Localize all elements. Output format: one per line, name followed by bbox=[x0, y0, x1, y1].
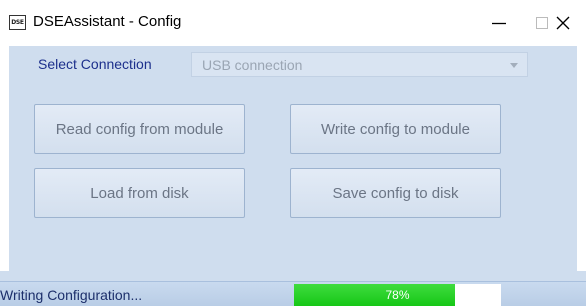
connection-dropdown-value: USB connection bbox=[202, 57, 303, 73]
window-title: DSEAssistant - Config bbox=[33, 13, 182, 30]
minimize-icon bbox=[492, 22, 506, 25]
write-config-button[interactable]: Write config to module bbox=[290, 104, 501, 154]
close-button[interactable] bbox=[540, 0, 586, 46]
connection-dropdown[interactable]: USB connection bbox=[191, 52, 528, 77]
progress-bar: 78% bbox=[294, 284, 501, 306]
config-panel: Select Connection USB connection Read co… bbox=[9, 46, 577, 271]
save-config-button[interactable]: Save config to disk bbox=[290, 168, 501, 218]
status-bar: Writing Configuration... 78% bbox=[0, 271, 586, 306]
status-text: Writing Configuration... bbox=[0, 287, 143, 303]
select-connection-label: Select Connection bbox=[38, 56, 152, 72]
status-strip: Writing Configuration... 78% bbox=[0, 281, 586, 306]
status-bar-spacer bbox=[9, 271, 577, 281]
read-config-button[interactable]: Read config from module bbox=[34, 104, 245, 154]
progress-label: 78% bbox=[385, 288, 410, 302]
close-icon bbox=[556, 16, 570, 30]
dropdown-arrow-icon bbox=[510, 63, 518, 68]
minimize-button[interactable] bbox=[476, 0, 522, 46]
load-from-disk-button[interactable]: Load from disk bbox=[34, 168, 245, 218]
app-icon: DSE bbox=[9, 15, 26, 30]
title-bar: DSE DSEAssistant - Config bbox=[0, 0, 586, 46]
